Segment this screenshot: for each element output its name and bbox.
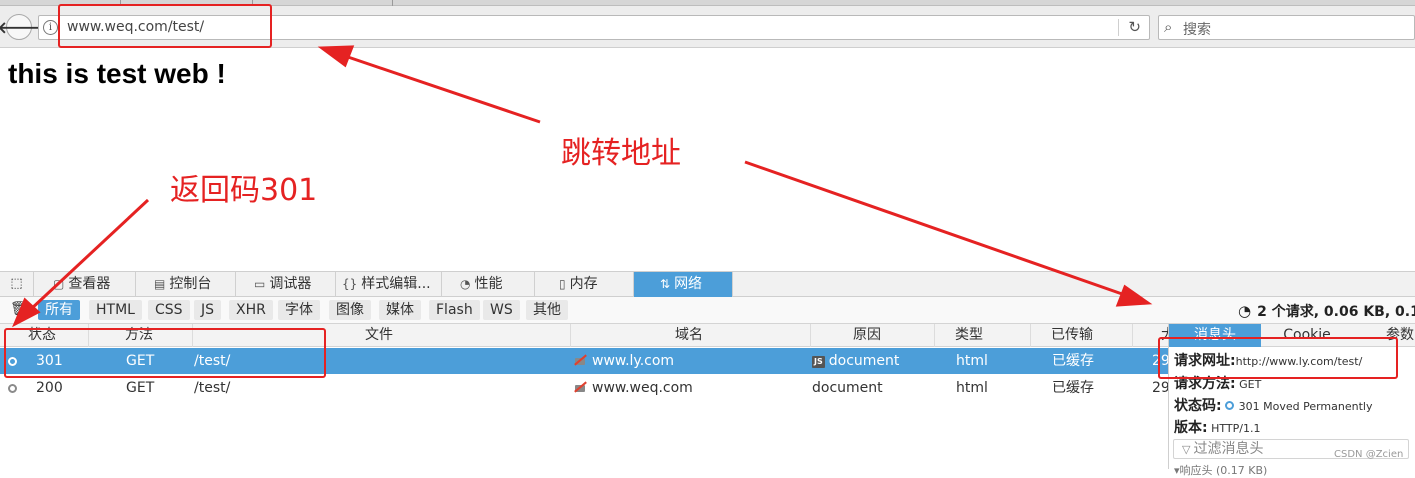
url-divider [1118,19,1119,36]
gauge-icon: ◔ [460,277,471,291]
cell-status: 200 [36,380,63,396]
back-button[interactable]: 🡐 [0,14,40,40]
filter-css[interactable]: CSS [148,300,190,320]
tab-label: 查看器 [68,276,111,292]
column-domain[interactable]: 域名 [570,324,810,347]
tab-label: 性能 [474,276,503,292]
insecure-lock-icon [574,381,586,393]
network-icon: ⇅ [660,277,671,291]
filter-ws[interactable]: WS [483,300,520,320]
element-picker-icon[interactable]: ⬚ [0,272,34,297]
arrow-to-url [344,54,541,124]
cell-domain: www.ly.com [574,348,674,374]
column-cause[interactable]: 原因 [810,324,934,347]
filter-fonts[interactable]: 字体 [278,300,320,320]
filter-icon: ▽ [1182,443,1191,456]
status-code-value: 301 Moved Permanently [1238,400,1373,413]
status-code-annotation: 返回码301 [170,173,318,208]
cell-type: html [956,353,988,369]
tab-debugger[interactable]: ▭ 调试器 [236,272,336,297]
domain-text: www.ly.com [592,353,675,369]
request-summary: ◔ 2 个请求, 0.06 KB, 0.12 [1238,301,1415,321]
filter-js[interactable]: JS [194,300,222,320]
filter-flash[interactable]: Flash [429,300,480,320]
tab-label: 内存 [569,276,598,292]
column-type[interactable]: 类型 [934,324,1030,347]
cell-method: GET [126,380,155,396]
version-label: 版本: [1174,420,1208,436]
version-line: 版本: HTTP/1.1 [1174,417,1260,437]
tab-console[interactable]: ▤ 控制台 [136,272,236,297]
memory-icon: ▯ [559,277,566,291]
filter-media[interactable]: 媒体 [379,300,421,320]
inspector-icon: ▢ [53,277,65,291]
page-heading: this is test web ! [8,58,226,89]
reload-icon[interactable]: ↻ [1128,18,1141,36]
version-value: HTTP/1.1 [1211,422,1261,435]
cell-transferred: 已缓存 [1052,353,1094,369]
tab-inspector[interactable]: ▢ 查看器 [35,272,136,297]
column-transferred[interactable]: 已传输 [1030,324,1132,347]
response-headers-toggle[interactable]: ▾响应头 (0.17 KB) [1174,462,1267,478]
domain-text: www.weq.com [592,380,693,396]
filter-xhr[interactable]: XHR [229,300,273,320]
filter-html[interactable]: HTML [89,300,142,320]
braces-icon: {} [342,277,358,291]
status-code-line: 状态码: 301 Moved Permanently [1174,395,1372,415]
tab-label: 样式编辑... [361,276,431,292]
arrowhead-url [317,45,355,68]
filter-all[interactable]: 所有 [38,300,80,320]
summary-text: 2 个请求, 0.06 KB, 0.12 [1257,304,1415,320]
trash-icon[interactable]: 🗑 [10,301,28,317]
back-arrow-icon: 🡐 [0,18,41,37]
cell-cause: JS document [812,348,899,374]
tab-style-editor[interactable]: {} 样式编辑... [336,272,442,297]
tab-label: 调试器 [269,276,312,292]
js-badge-icon: JS [812,356,825,368]
status-code-label: 状态码: [1174,398,1222,414]
status-dot-icon [8,384,17,393]
tab-network[interactable]: ⇅ 网络 [634,272,733,297]
request-url-highlight-box [1158,337,1398,379]
table-row[interactable]: 200 GET /test/ www.weq.com document html… [0,375,1170,401]
cell-domain: www.weq.com [574,375,693,401]
search-input[interactable]: ⌕ 搜索 [1158,15,1415,40]
search-icon: ⌕ [1164,18,1173,36]
search-placeholder: 搜索 [1183,22,1211,38]
summary-gauge-icon: ◔ [1238,302,1252,320]
tab-performance[interactable]: ◔ 性能 [442,272,535,297]
cell-cause: document [812,380,883,396]
status-highlight-box [4,328,326,378]
debugger-icon: ▭ [254,277,266,291]
cause-text: document [828,353,900,369]
devtools-toolbar: ⬚ ▢ 查看器 ▤ 控制台 ▭ 调试器 {} 样式编辑... ◔ 性能 ▯ 内存 ⇅ 网络 [0,271,1415,297]
filter-headers-placeholder: 过滤消息头 [1193,441,1264,457]
url-highlight-box [58,4,272,48]
tab-memory[interactable]: ▯ 内存 [535,272,634,297]
cell-type: html [956,380,988,396]
watermark: CSDN @Zcien [1334,449,1404,460]
cell-file: /test/ [194,380,231,396]
tab-label: 控制台 [169,276,212,292]
filter-images[interactable]: 图像 [329,300,371,320]
insecure-lock-icon [574,354,586,366]
cell-transferred: 已缓存 [1052,380,1094,396]
status-dot-icon [1224,401,1234,410]
redirect-address-label: 跳转地址 [561,136,681,171]
request-method-value: GET [1239,378,1262,391]
filter-other[interactable]: 其他 [526,300,568,320]
console-icon: ▤ [154,277,166,291]
tab-label: 网络 [674,276,703,292]
info-icon[interactable]: i [43,20,58,35]
request-filter-bar: 🗑 所有 HTML CSS JS XHR 字体 图像 媒体 Flash WS 其… [0,297,1415,324]
